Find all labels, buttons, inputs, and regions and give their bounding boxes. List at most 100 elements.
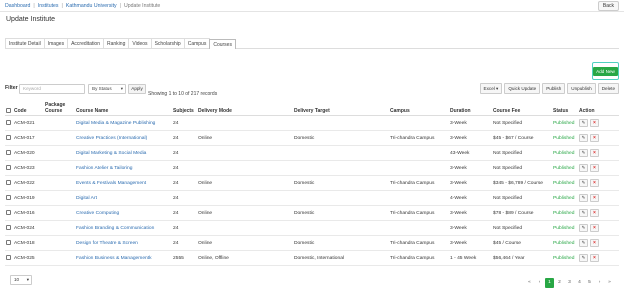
cell-status[interactable]: Published xyxy=(552,205,578,221)
edit-button[interactable]: ✎ xyxy=(579,239,588,247)
cell-name[interactable]: Fashion Atelier & Tailoring xyxy=(75,160,172,176)
row-checkbox[interactable] xyxy=(6,240,11,246)
col-fee[interactable]: Course Fee xyxy=(492,101,552,116)
edit-button[interactable]: ✎ xyxy=(579,134,588,142)
back-button[interactable]: Back xyxy=(597,0,619,11)
first-page[interactable]: « xyxy=(525,278,534,288)
cell-status[interactable]: Published xyxy=(552,220,578,236)
cell-package xyxy=(44,220,75,236)
edit-button[interactable]: ✎ xyxy=(579,209,588,217)
delete-row-button[interactable]: × xyxy=(590,194,599,202)
quick-update-button[interactable]: Quick Update xyxy=(504,83,541,94)
row-checkbox[interactable] xyxy=(6,120,11,126)
delete-row-button[interactable]: × xyxy=(590,209,599,217)
delete-row-button[interactable]: × xyxy=(590,224,599,232)
cell-status[interactable]: Published xyxy=(552,250,578,266)
cell-code: ACM-023 xyxy=(13,160,44,176)
col-status[interactable]: Status xyxy=(552,101,578,116)
cell-status[interactable]: Published xyxy=(552,235,578,251)
delete-row-button[interactable]: × xyxy=(590,119,599,127)
unpublish-button[interactable]: Unpublish xyxy=(567,83,596,94)
row-checkbox[interactable] xyxy=(6,225,11,231)
last-page[interactable]: » xyxy=(605,278,614,288)
page-1[interactable]: 1 xyxy=(545,278,554,288)
add-new-button[interactable]: Add New xyxy=(593,66,618,76)
breadcrumb-institutes[interactable]: Institutes xyxy=(38,3,59,9)
cell-name[interactable]: Design for Theatre & Screen xyxy=(75,235,172,251)
tab-ranking[interactable]: Ranking xyxy=(103,38,130,48)
col-duration[interactable]: Duration xyxy=(449,101,492,116)
delete-row-button[interactable]: × xyxy=(590,254,599,262)
delete-row-button[interactable]: × xyxy=(590,149,599,157)
cell-status[interactable]: Published xyxy=(552,130,578,146)
row-checkbox[interactable] xyxy=(6,165,11,171)
cell-name[interactable]: Fashion Business & Managementk xyxy=(75,250,172,266)
excel-button[interactable]: Excel ▾ xyxy=(479,83,503,94)
page-4[interactable]: 4 xyxy=(575,278,584,288)
apply-button[interactable]: Apply xyxy=(128,84,146,94)
cell-name[interactable]: Digital Marketing & Social Media xyxy=(75,145,172,161)
cell-target xyxy=(293,220,389,236)
cell-status[interactable]: Published xyxy=(552,115,578,131)
row-checkbox[interactable] xyxy=(6,150,11,156)
edit-button[interactable]: ✎ xyxy=(579,194,588,202)
cell-name[interactable]: Digital Media & Magazine Publishing xyxy=(75,115,172,131)
edit-button[interactable]: ✎ xyxy=(579,164,588,172)
col-code[interactable]: Code xyxy=(13,101,44,116)
tab-campus[interactable]: Campus xyxy=(183,38,211,48)
page-2[interactable]: 2 xyxy=(555,278,564,288)
edit-button[interactable]: ✎ xyxy=(579,224,588,232)
cell-duration: 3-Week xyxy=(449,235,492,251)
cell-name[interactable]: Creative Practices (International) xyxy=(75,130,172,146)
tab-images[interactable]: Images xyxy=(43,38,69,48)
col-target[interactable]: Delivery Target xyxy=(293,101,389,116)
cell-status[interactable]: Published xyxy=(552,190,578,206)
table-row: ACM-016 Creative Computing 24 Online Domesti… xyxy=(5,205,619,221)
tab-institute-detail[interactable]: Institute Detail xyxy=(5,38,45,48)
delete-button[interactable]: Delete xyxy=(597,83,619,94)
select-all-checkbox[interactable] xyxy=(6,108,11,114)
row-checkbox[interactable] xyxy=(6,195,11,201)
cell-name[interactable]: Digital Art xyxy=(75,190,172,206)
cell-name[interactable]: Creative Computing xyxy=(75,205,172,221)
cell-status[interactable]: Published xyxy=(552,175,578,191)
page-3[interactable]: 3 xyxy=(565,278,574,288)
row-checkbox[interactable] xyxy=(6,210,11,216)
edit-button[interactable]: ✎ xyxy=(579,119,588,127)
row-checkbox[interactable] xyxy=(6,180,11,186)
breadcrumb-university[interactable]: Kathmandu University xyxy=(66,3,117,9)
cell-status[interactable]: Published xyxy=(552,160,578,176)
status-select[interactable]: By Status xyxy=(88,84,126,94)
per-page-select[interactable]: 10 xyxy=(10,275,32,285)
delete-row-button[interactable]: × xyxy=(590,164,599,172)
delete-row-button[interactable]: × xyxy=(590,239,599,247)
delete-row-button[interactable]: × xyxy=(590,134,599,142)
page-5[interactable]: 5 xyxy=(585,278,594,288)
cell-fee: $345 - $6,789 / Course xyxy=(492,175,552,191)
cell-name[interactable]: Events & Festivals Management xyxy=(75,175,172,191)
cell-status[interactable]: Published xyxy=(552,145,578,161)
tab-accreditation[interactable]: Accreditation xyxy=(67,38,104,48)
tab-courses[interactable]: Courses xyxy=(209,39,236,49)
publish-button[interactable]: Publish xyxy=(542,83,566,94)
col-subjects[interactable]: Subjects xyxy=(172,101,197,116)
delete-row-button[interactable]: × xyxy=(590,179,599,187)
row-checkbox[interactable] xyxy=(6,135,11,141)
cell-name[interactable]: Fashion Branding & Communication xyxy=(75,220,172,236)
breadcrumb-current: Update Institute xyxy=(123,2,161,9)
col-package[interactable]: Package Course xyxy=(44,101,75,116)
tab-videos[interactable]: Videos xyxy=(128,38,152,48)
cell-duration: 3-Week xyxy=(449,175,492,191)
edit-button[interactable]: ✎ xyxy=(579,179,588,187)
col-name[interactable]: Course Name xyxy=(75,101,172,116)
edit-button[interactable]: ✎ xyxy=(579,149,588,157)
row-checkbox[interactable] xyxy=(6,255,11,261)
next-page[interactable]: › xyxy=(595,278,604,288)
prev-page[interactable]: ‹ xyxy=(535,278,544,288)
col-mode[interactable]: Delivery Mode xyxy=(197,101,293,116)
keyword-input[interactable]: Keyword xyxy=(19,84,85,94)
edit-button[interactable]: ✎ xyxy=(579,254,588,262)
breadcrumb-dashboard[interactable]: Dashboard xyxy=(5,3,30,9)
tab-scholarship[interactable]: Scholarship xyxy=(150,38,185,48)
col-campus[interactable]: Campus xyxy=(389,101,449,116)
